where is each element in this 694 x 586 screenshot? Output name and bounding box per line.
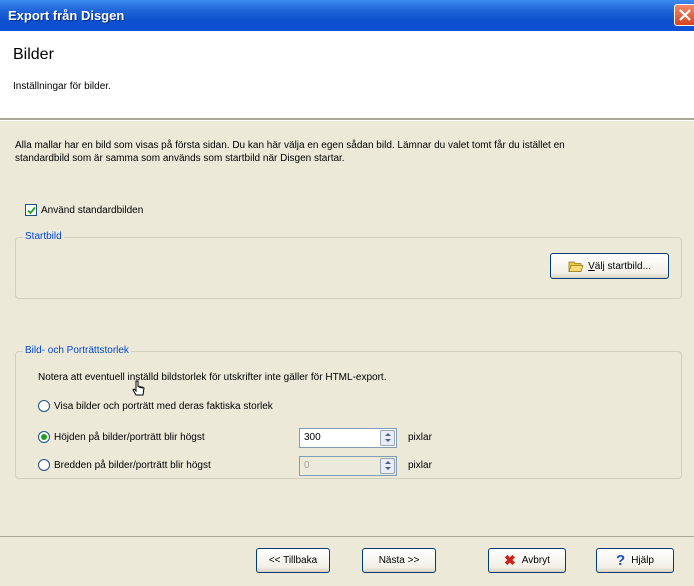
close-button[interactable] (674, 4, 694, 26)
choose-startbild-button[interactable]: Välj startbild... (550, 253, 669, 279)
size-legend: Bild- och Porträttstorlek (23, 345, 131, 356)
help-question-icon: ? (616, 552, 626, 569)
spin-up-icon (384, 461, 391, 464)
startbild-group: Startbild Välj startbild... (15, 231, 682, 299)
radio-actual-size-label: Visa bilder och porträtt med deras fakti… (54, 400, 273, 412)
folder-open-icon (568, 261, 584, 272)
checkbox-box[interactable] (25, 204, 37, 216)
back-button[interactable]: << Tillbaka (256, 548, 330, 573)
width-unit: pixlar (408, 460, 432, 471)
spin-up-icon[interactable] (384, 433, 391, 436)
next-button[interactable]: Nästa >> (362, 548, 436, 573)
mouse-cursor-icon (132, 380, 145, 396)
spin-down-icon (384, 467, 391, 470)
help-button[interactable]: ? Hjälp (596, 548, 674, 573)
size-note: Notera att eventuell inställd bildstorle… (38, 372, 387, 383)
back-label: << Tillbaka (268, 555, 318, 566)
width-spinner: 0 (299, 456, 397, 476)
spin-down-icon[interactable] (384, 439, 391, 442)
radio-max-width-label: Bredden på bilder/porträtt blir högst (54, 459, 211, 471)
window-title: Export från Disgen (8, 8, 125, 23)
spinner-arrows[interactable] (380, 430, 395, 446)
radio-button[interactable] (38, 400, 50, 412)
next-label: Nästa >> (378, 555, 420, 566)
use-default-label: Använd standardbilden (41, 204, 144, 216)
width-value: 0 (304, 460, 310, 471)
page-title: Bilder (13, 46, 54, 63)
cancel-button[interactable]: ✖ Avbryt (488, 548, 566, 573)
help-label: Hjälp (631, 555, 654, 566)
radio-button[interactable] (38, 431, 50, 443)
wizard-body: Alla mallar har en bild som visas på för… (0, 121, 694, 536)
height-unit: pixlar (408, 432, 432, 443)
height-value: 300 (304, 432, 321, 443)
cancel-x-icon: ✖ (504, 552, 516, 568)
spinner-arrows (380, 458, 395, 474)
wizard-footer: << Tillbaka Nästa >> ✖ Avbryt ? Hjälp (0, 537, 694, 586)
checkmark-icon (27, 206, 36, 215)
radio-max-height[interactable]: Höjden på bilder/porträtt blir högst (38, 431, 205, 443)
radio-actual-size[interactable]: Visa bilder och porträtt med deras fakti… (38, 400, 273, 412)
radio-max-width[interactable]: Bredden på bilder/porträtt blir högst (38, 459, 211, 471)
cancel-label: Avbryt (521, 555, 550, 566)
use-default-checkbox[interactable]: Använd standardbilden (25, 204, 143, 216)
height-spinner[interactable]: 300 (299, 428, 397, 448)
radio-button[interactable] (38, 459, 50, 471)
startbild-legend: Startbild (23, 231, 64, 242)
title-bar: Export från Disgen (0, 0, 694, 31)
intro-text: Alla mallar har en bild som visas på för… (15, 140, 565, 164)
radio-max-height-label: Höjden på bilder/porträtt blir högst (54, 431, 205, 443)
close-icon (679, 9, 691, 21)
page-subtitle: Inställningar för bilder. (13, 81, 111, 92)
wizard-header: Bilder Inställningar för bilder. (0, 31, 694, 118)
choose-startbild-label: Välj startbild... (588, 260, 651, 272)
size-group: Bild- och Porträttstorlek Notera att eve… (15, 345, 682, 479)
